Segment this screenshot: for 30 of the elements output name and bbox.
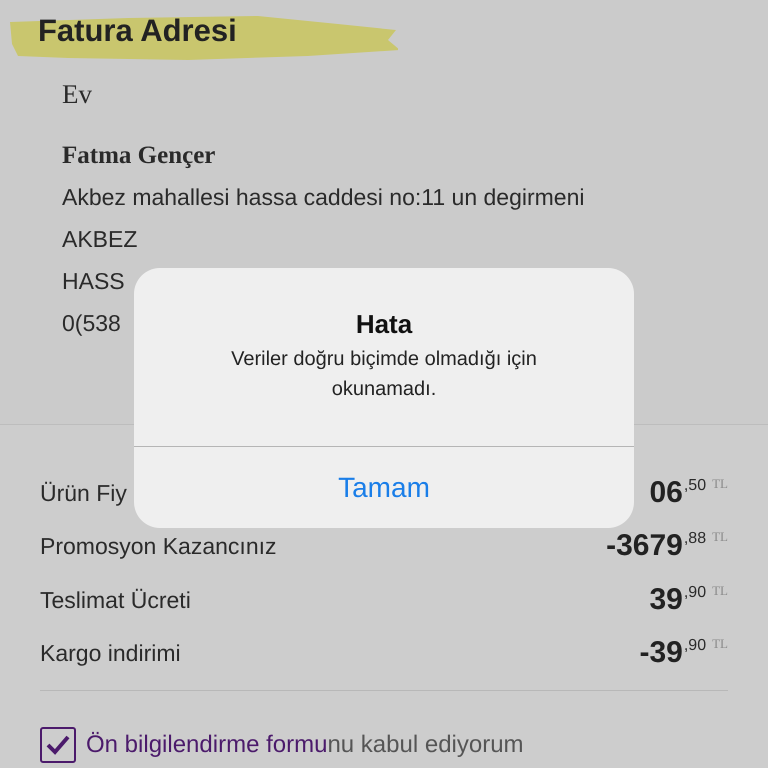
summary-label: Ürün Fiy xyxy=(40,478,127,508)
currency-label: TL xyxy=(712,582,728,599)
checkmark-icon xyxy=(45,734,71,756)
ok-button[interactable]: Tamam xyxy=(134,447,634,528)
address-label: Ev xyxy=(62,78,92,111)
recipient-name: Fatma Gençer xyxy=(62,141,216,171)
alert-message: Veriler doğru biçimde olmadığı için okunamadı. xyxy=(230,347,538,402)
price-decimals: ,50 xyxy=(684,476,706,496)
agreement-link[interactable]: Ön bilgilendirme formu xyxy=(86,731,328,758)
price-decimals: ,90 xyxy=(684,582,706,603)
agreement-checkbox[interactable] xyxy=(40,727,76,763)
summary-label: Kargo indirimi xyxy=(40,639,181,668)
alert-title: Hata xyxy=(356,308,412,341)
price-amount: -3679 xyxy=(606,529,683,564)
section-title: Fatura Adresi xyxy=(38,12,237,50)
price-amount: -39 xyxy=(640,636,683,670)
currency-label: TL xyxy=(712,529,728,546)
price-decimals: ,88 xyxy=(684,529,706,550)
currency-label: TL xyxy=(712,636,728,652)
price-amount: 06 xyxy=(649,476,683,510)
agreement-text: nu kabul ediyorum xyxy=(327,731,524,758)
currency-label: TL xyxy=(712,476,728,492)
address-line: HASS xyxy=(62,267,125,296)
address-line: AKBEZ xyxy=(62,225,138,254)
address-line: 0(538 xyxy=(62,309,121,338)
price-decimals: ,90 xyxy=(684,636,706,656)
price-amount: 39 xyxy=(649,582,683,617)
address-line: Akbez mahallesi hassa caddesi no:11 un degirmeni xyxy=(62,183,584,212)
summary-label: Promosyon Kazancınız xyxy=(40,532,277,561)
summary-label: Teslimat Ücreti xyxy=(40,586,191,614)
